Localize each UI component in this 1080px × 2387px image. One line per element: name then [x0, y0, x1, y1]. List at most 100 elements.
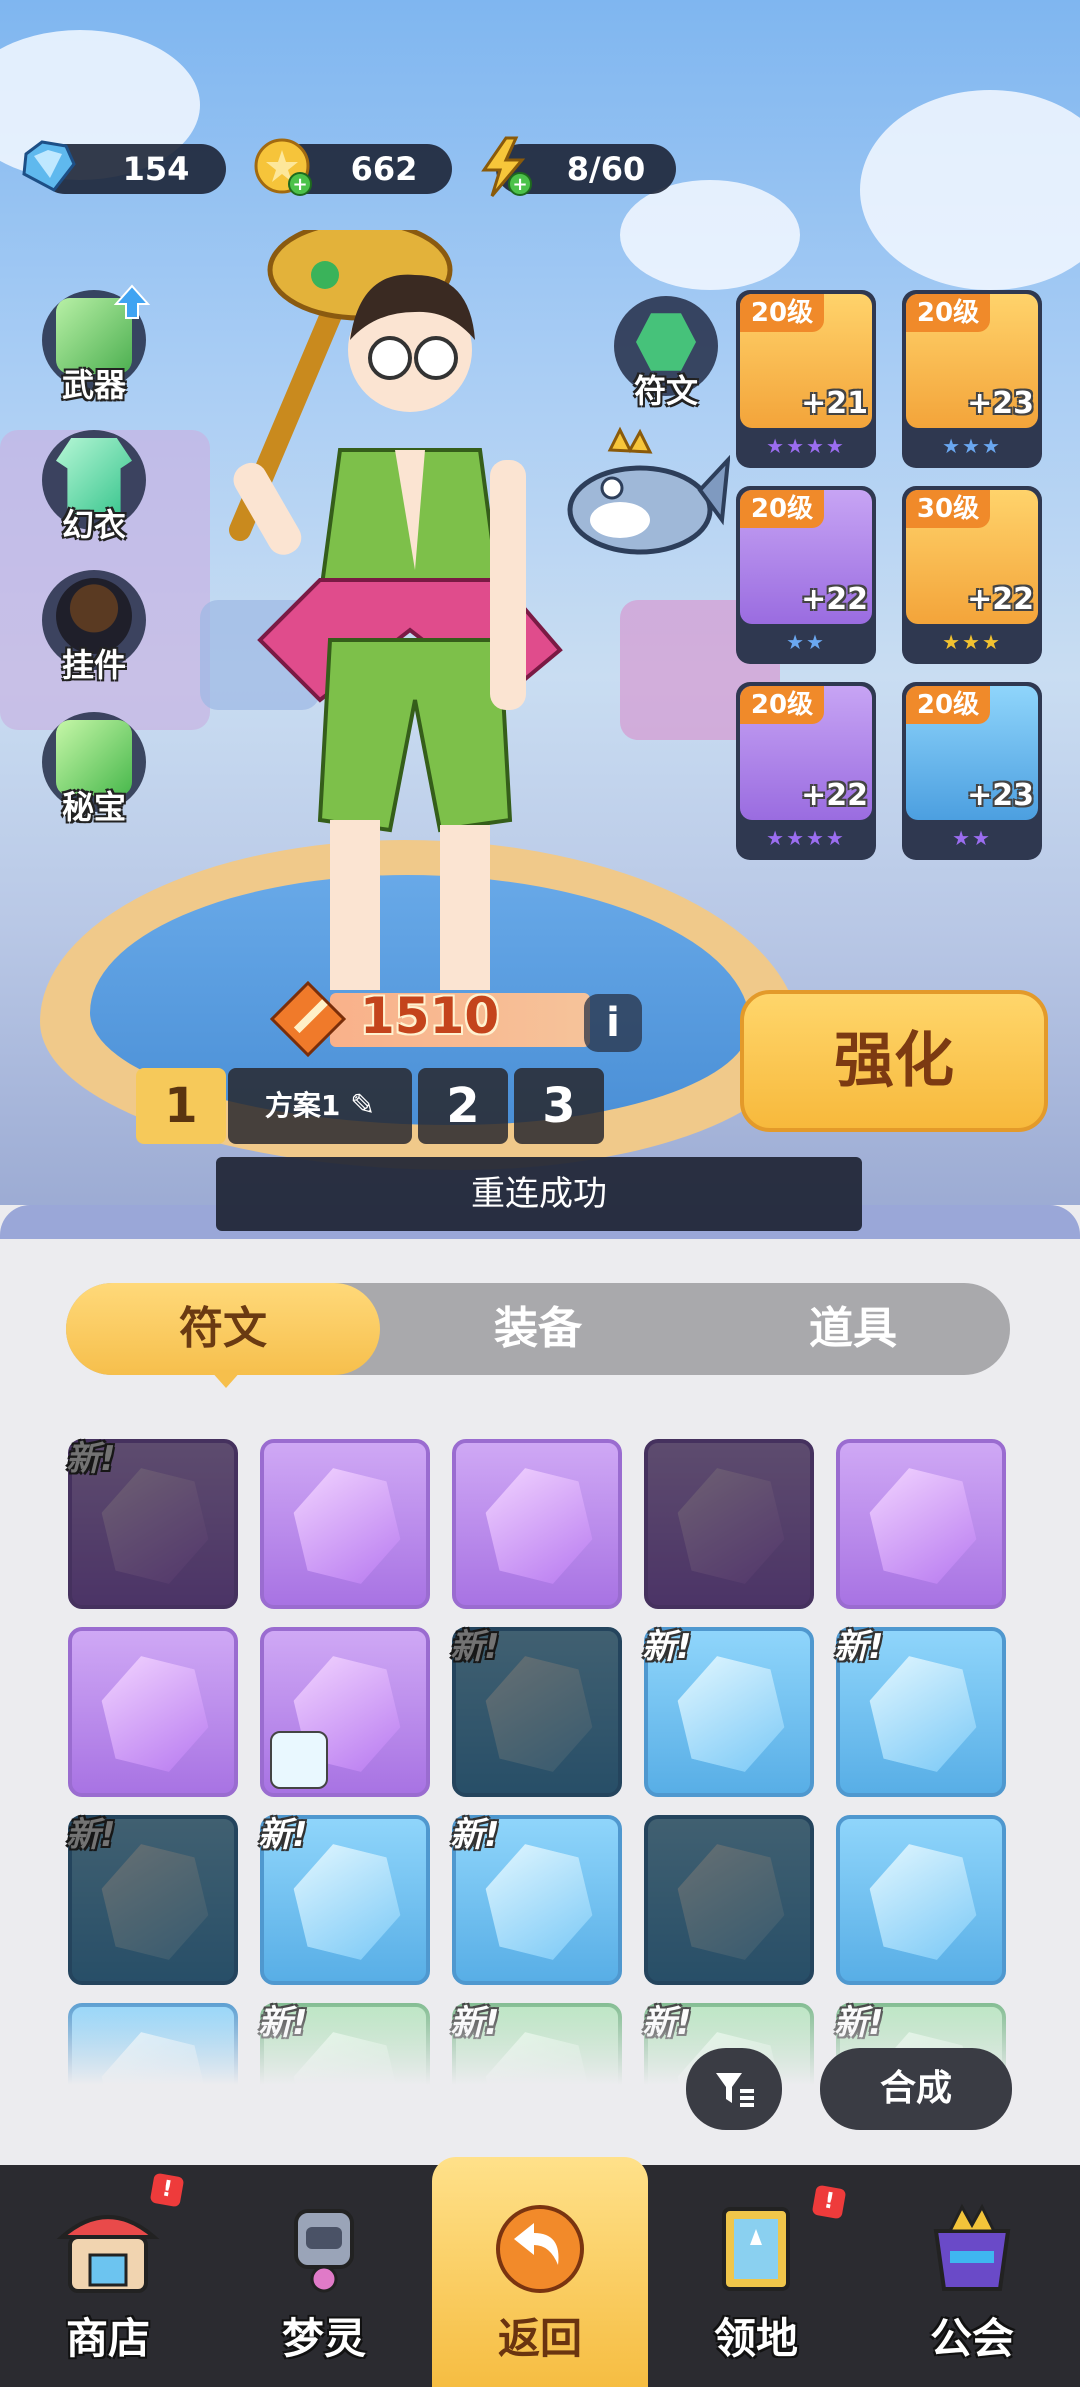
diamond-value: 154 [122, 150, 190, 188]
plan-2-button[interactable]: 2 [418, 1068, 508, 1144]
lightning-icon: + [481, 136, 532, 197]
plan-3-button[interactable]: 3 [514, 1068, 604, 1144]
equip-slot-jacket[interactable]: 20级 +23 ★★★ [902, 290, 1042, 468]
nav-guild[interactable]: 公会 [864, 2165, 1080, 2387]
rune-slot[interactable] [836, 1815, 1006, 1985]
equip-stars: ★★ [952, 826, 992, 850]
hero-character[interactable] [200, 230, 620, 1060]
robot-icon [294, 2209, 354, 2293]
equip-slot-accessory[interactable]: 20级 +23 ★★ [902, 682, 1042, 860]
equip-plus: +23 [967, 386, 1034, 421]
power-value: 1510 [360, 987, 500, 1045]
pet-fish[interactable] [550, 420, 730, 600]
rune-slot[interactable] [68, 1627, 238, 1797]
rune-slot[interactable] [260, 1627, 430, 1797]
nav-return[interactable]: 返回 [432, 2157, 648, 2387]
equip-stars: ★★★★ [766, 826, 846, 850]
inventory-panel: 符文 装备 道具 新!新!新!新!新!新!新!新!新!新!新! [0, 1205, 1080, 2165]
nav-guild-label: 公会 [929, 2314, 1014, 2363]
reconnect-toast: 重连成功 [216, 1157, 862, 1231]
rune-slot[interactable] [644, 1815, 814, 1985]
guild-icon [933, 2203, 1011, 2291]
merge-button[interactable]: 合成 [820, 2048, 1012, 2130]
rune-slot[interactable] [644, 1439, 814, 1609]
equip-plus: +22 [967, 582, 1034, 617]
rune-slot[interactable]: 新! [834, 1627, 1006, 1797]
rune-gem-icon [856, 1459, 989, 1592]
equip-plus: +21 [801, 386, 868, 421]
rune-slot[interactable]: 新! [450, 1627, 622, 1797]
equip-plus: +23 [967, 778, 1034, 813]
shop-icon [56, 2215, 160, 2293]
equip-level: 20级 [740, 686, 824, 724]
rune-gem-icon [664, 1459, 797, 1592]
pendant-label: 挂件 [61, 646, 126, 684]
edit-icon: ✎ [350, 1088, 376, 1123]
equip-slot-helmet[interactable]: 20级 +21 ★★★★ [736, 290, 876, 468]
energy-counter[interactable]: + 8/60 [481, 136, 676, 197]
energy-value: 8/60 [566, 150, 646, 188]
weapon-button[interactable]: 武器 [34, 284, 154, 410]
rune-label: 符文 [633, 372, 698, 410]
nav-territory[interactable]: ! 领地 [648, 2165, 864, 2387]
plan-1-name[interactable]: 方案1 ✎ [228, 1068, 412, 1144]
upgrade-arrow-icon [113, 284, 151, 319]
rune-grid: 新!新!新!新!新!新!新!新!新!新!新! [0, 1435, 1080, 2085]
rune-gem-icon [472, 1459, 605, 1592]
equip-slot-pants[interactable]: 30级 +22 ★★★ [902, 486, 1042, 664]
svg-text:+: + [292, 174, 307, 195]
equip-level: 20级 [906, 686, 990, 724]
diamond-counter[interactable]: 154 [22, 140, 226, 194]
rune-slot[interactable]: 新! [450, 1815, 622, 1985]
equip-stars: ★★★★ [766, 434, 846, 458]
enhance-button[interactable]: 强化 [740, 990, 1048, 1132]
pendant-button[interactable]: 挂件 [34, 570, 154, 690]
gold-coin-icon: + [254, 138, 312, 196]
filter-icon [716, 2073, 754, 2107]
new-tag: 新! [834, 1627, 884, 1667]
shop-badge: ! [149, 2172, 185, 2208]
outfit-button[interactable]: 幻衣 [34, 430, 154, 550]
rune-slot[interactable] [452, 1439, 622, 1609]
equip-level: 20级 [740, 294, 824, 332]
tab-equipment[interactable]: 装备 [381, 1283, 695, 1375]
return-icon [496, 2205, 584, 2293]
diamond-icon [22, 140, 76, 192]
territory-badge: ! [811, 2184, 847, 2220]
tab-items[interactable]: 道具 [696, 1283, 1010, 1375]
equip-slot-shoes[interactable]: 20级 +22 ★★★★ [736, 682, 876, 860]
info-icon: i [606, 1000, 620, 1046]
filter-button[interactable] [686, 2048, 782, 2130]
rune-gem-icon [664, 1835, 797, 1968]
inventory-tabs: 符文 装备 道具 [66, 1283, 1010, 1375]
equip-plus: +22 [801, 582, 868, 617]
rune-slot[interactable]: 新! [258, 1815, 430, 1985]
equip-level: 20级 [740, 490, 824, 528]
gold-counter[interactable]: + 662 [254, 138, 452, 196]
rune-slot[interactable] [260, 1439, 430, 1609]
sword-icon [270, 981, 346, 1057]
rune-gem-icon [280, 1459, 413, 1592]
nav-shop[interactable]: ! 商店 [0, 2165, 216, 2387]
equip-slot-bracer[interactable]: 20级 +22 ★★ [736, 486, 876, 664]
equip-plus: +22 [801, 778, 868, 813]
nav-territory-label: 领地 [713, 2314, 798, 2363]
rune-gem-icon [88, 1647, 221, 1780]
outfit-label: 幻衣 [61, 506, 126, 544]
rune-slot[interactable]: 新! [66, 1815, 238, 1985]
rune-slot[interactable]: 新! [642, 1627, 814, 1797]
cloud [620, 180, 800, 290]
rune-button[interactable]: 符文 [606, 296, 726, 416]
rune-gem-icon [856, 1835, 989, 1968]
nav-dream-spirit-label: 梦灵 [281, 2314, 366, 2363]
bottom-navigation: ! 商店 梦灵 返回 ! 领地 公会 [0, 2157, 1080, 2387]
rune-slot[interactable]: 新! [66, 1439, 238, 1609]
plan-1-button[interactable]: 1 [136, 1068, 226, 1144]
treasure-button[interactable]: 秘宝 [34, 712, 154, 832]
rune-slot[interactable] [836, 1439, 1006, 1609]
tab-runes[interactable]: 符文 [66, 1283, 380, 1375]
gold-value: 662 [350, 150, 418, 188]
nav-dream-spirit[interactable]: 梦灵 [216, 2165, 432, 2387]
new-tag: 新! [66, 1815, 116, 1855]
info-button[interactable]: i [584, 994, 642, 1052]
